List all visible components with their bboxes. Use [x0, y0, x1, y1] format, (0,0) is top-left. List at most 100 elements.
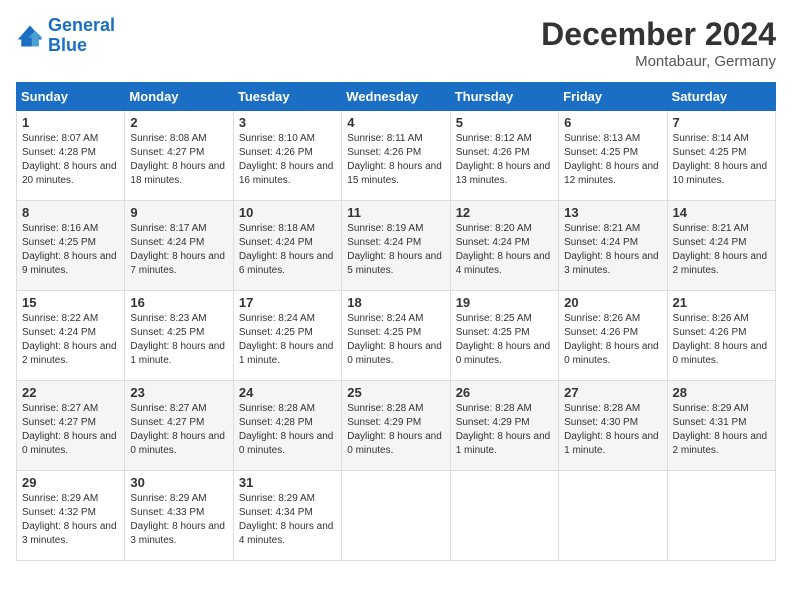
weekday-header: Wednesday: [342, 83, 450, 111]
weekday-header: Tuesday: [233, 83, 341, 111]
calendar-day-cell: 9 Sunrise: 8:17 AMSunset: 4:24 PMDayligh…: [125, 201, 233, 291]
day-info: Sunrise: 8:25 AMSunset: 4:25 PMDaylight:…: [456, 312, 553, 368]
calendar-day-cell: 7 Sunrise: 8:14 AMSunset: 4:25 PMDayligh…: [667, 111, 775, 201]
day-number: 11: [347, 205, 444, 220]
calendar-day-cell: 13 Sunrise: 8:21 AMSunset: 4:24 PMDaylig…: [559, 201, 667, 291]
day-number: 13: [564, 205, 661, 220]
day-number: 19: [456, 295, 553, 310]
day-info: Sunrise: 8:07 AMSunset: 4:28 PMDaylight:…: [22, 132, 119, 188]
weekday-header: Thursday: [450, 83, 558, 111]
calendar-week-row: 1 Sunrise: 8:07 AMSunset: 4:28 PMDayligh…: [17, 111, 776, 201]
calendar-day-cell: 30 Sunrise: 8:29 AMSunset: 4:33 PMDaylig…: [125, 471, 233, 561]
day-number: 25: [347, 385, 444, 400]
calendar-day-cell: 14 Sunrise: 8:21 AMSunset: 4:24 PMDaylig…: [667, 201, 775, 291]
calendar-day-cell: 29 Sunrise: 8:29 AMSunset: 4:32 PMDaylig…: [17, 471, 125, 561]
day-number: 29: [22, 475, 119, 490]
calendar-day-cell: 15 Sunrise: 8:22 AMSunset: 4:24 PMDaylig…: [17, 291, 125, 381]
day-number: 26: [456, 385, 553, 400]
day-info: Sunrise: 8:19 AMSunset: 4:24 PMDaylight:…: [347, 222, 444, 278]
day-info: Sunrise: 8:08 AMSunset: 4:27 PMDaylight:…: [130, 132, 227, 188]
weekday-header: Saturday: [667, 83, 775, 111]
calendar-week-row: 15 Sunrise: 8:22 AMSunset: 4:24 PMDaylig…: [17, 291, 776, 381]
calendar-day-cell: 22 Sunrise: 8:27 AMSunset: 4:27 PMDaylig…: [17, 381, 125, 471]
location: Montabaur, Germany: [541, 53, 776, 70]
calendar-day-cell: 21 Sunrise: 8:26 AMSunset: 4:26 PMDaylig…: [667, 291, 775, 381]
day-info: Sunrise: 8:13 AMSunset: 4:25 PMDaylight:…: [564, 132, 661, 188]
logo-icon: [16, 22, 44, 50]
calendar-day-cell: 18 Sunrise: 8:24 AMSunset: 4:25 PMDaylig…: [342, 291, 450, 381]
day-number: 5: [456, 115, 553, 130]
calendar-day-cell: 1 Sunrise: 8:07 AMSunset: 4:28 PMDayligh…: [17, 111, 125, 201]
logo-blue: Blue: [48, 35, 87, 55]
calendar-day-cell: 26 Sunrise: 8:28 AMSunset: 4:29 PMDaylig…: [450, 381, 558, 471]
day-number: 27: [564, 385, 661, 400]
calendar-week-row: 29 Sunrise: 8:29 AMSunset: 4:32 PMDaylig…: [17, 471, 776, 561]
logo: General Blue: [16, 16, 115, 56]
day-info: Sunrise: 8:28 AMSunset: 4:30 PMDaylight:…: [564, 402, 661, 458]
calendar-day-cell: 10 Sunrise: 8:18 AMSunset: 4:24 PMDaylig…: [233, 201, 341, 291]
day-info: Sunrise: 8:22 AMSunset: 4:24 PMDaylight:…: [22, 312, 119, 368]
day-number: 24: [239, 385, 336, 400]
day-info: Sunrise: 8:24 AMSunset: 4:25 PMDaylight:…: [347, 312, 444, 368]
calendar-day-cell: 8 Sunrise: 8:16 AMSunset: 4:25 PMDayligh…: [17, 201, 125, 291]
day-number: 9: [130, 205, 227, 220]
day-number: 31: [239, 475, 336, 490]
calendar-day-cell: 20 Sunrise: 8:26 AMSunset: 4:26 PMDaylig…: [559, 291, 667, 381]
day-info: Sunrise: 8:27 AMSunset: 4:27 PMDaylight:…: [22, 402, 119, 458]
calendar-day-cell: 17 Sunrise: 8:24 AMSunset: 4:25 PMDaylig…: [233, 291, 341, 381]
day-number: 4: [347, 115, 444, 130]
logo-general: General: [48, 15, 115, 35]
calendar-day-cell: 5 Sunrise: 8:12 AMSunset: 4:26 PMDayligh…: [450, 111, 558, 201]
day-number: 16: [130, 295, 227, 310]
day-info: Sunrise: 8:20 AMSunset: 4:24 PMDaylight:…: [456, 222, 553, 278]
day-number: 1: [22, 115, 119, 130]
calendar-day-cell: 16 Sunrise: 8:23 AMSunset: 4:25 PMDaylig…: [125, 291, 233, 381]
day-number: 2: [130, 115, 227, 130]
calendar-day-cell: 27 Sunrise: 8:28 AMSunset: 4:30 PMDaylig…: [559, 381, 667, 471]
day-number: 28: [673, 385, 770, 400]
title-block: December 2024 Montabaur, Germany: [541, 16, 776, 70]
calendar-week-row: 8 Sunrise: 8:16 AMSunset: 4:25 PMDayligh…: [17, 201, 776, 291]
day-number: 6: [564, 115, 661, 130]
day-info: Sunrise: 8:29 AMSunset: 4:32 PMDaylight:…: [22, 492, 119, 548]
day-info: Sunrise: 8:26 AMSunset: 4:26 PMDaylight:…: [673, 312, 770, 368]
day-number: 18: [347, 295, 444, 310]
weekday-header: Sunday: [17, 83, 125, 111]
day-number: 23: [130, 385, 227, 400]
day-info: Sunrise: 8:28 AMSunset: 4:29 PMDaylight:…: [347, 402, 444, 458]
day-info: Sunrise: 8:28 AMSunset: 4:29 PMDaylight:…: [456, 402, 553, 458]
calendar-day-cell: [450, 471, 558, 561]
calendar-day-cell: 12 Sunrise: 8:20 AMSunset: 4:24 PMDaylig…: [450, 201, 558, 291]
day-number: 14: [673, 205, 770, 220]
weekday-header: Friday: [559, 83, 667, 111]
calendar-day-cell: 28 Sunrise: 8:29 AMSunset: 4:31 PMDaylig…: [667, 381, 775, 471]
page-header: General Blue December 2024 Montabaur, Ge…: [16, 16, 776, 70]
day-info: Sunrise: 8:26 AMSunset: 4:26 PMDaylight:…: [564, 312, 661, 368]
day-number: 15: [22, 295, 119, 310]
day-info: Sunrise: 8:21 AMSunset: 4:24 PMDaylight:…: [564, 222, 661, 278]
calendar-header: SundayMondayTuesdayWednesdayThursdayFrid…: [17, 83, 776, 111]
day-info: Sunrise: 8:23 AMSunset: 4:25 PMDaylight:…: [130, 312, 227, 368]
day-info: Sunrise: 8:16 AMSunset: 4:25 PMDaylight:…: [22, 222, 119, 278]
day-number: 3: [239, 115, 336, 130]
calendar-day-cell: 3 Sunrise: 8:10 AMSunset: 4:26 PMDayligh…: [233, 111, 341, 201]
day-info: Sunrise: 8:29 AMSunset: 4:33 PMDaylight:…: [130, 492, 227, 548]
day-info: Sunrise: 8:27 AMSunset: 4:27 PMDaylight:…: [130, 402, 227, 458]
day-number: 10: [239, 205, 336, 220]
day-info: Sunrise: 8:28 AMSunset: 4:28 PMDaylight:…: [239, 402, 336, 458]
calendar-day-cell: 19 Sunrise: 8:25 AMSunset: 4:25 PMDaylig…: [450, 291, 558, 381]
day-info: Sunrise: 8:14 AMSunset: 4:25 PMDaylight:…: [673, 132, 770, 188]
day-info: Sunrise: 8:24 AMSunset: 4:25 PMDaylight:…: [239, 312, 336, 368]
calendar-day-cell: 6 Sunrise: 8:13 AMSunset: 4:25 PMDayligh…: [559, 111, 667, 201]
calendar-day-cell: 11 Sunrise: 8:19 AMSunset: 4:24 PMDaylig…: [342, 201, 450, 291]
day-info: Sunrise: 8:21 AMSunset: 4:24 PMDaylight:…: [673, 222, 770, 278]
day-number: 17: [239, 295, 336, 310]
calendar-day-cell: 31 Sunrise: 8:29 AMSunset: 4:34 PMDaylig…: [233, 471, 341, 561]
calendar-day-cell: 25 Sunrise: 8:28 AMSunset: 4:29 PMDaylig…: [342, 381, 450, 471]
day-number: 7: [673, 115, 770, 130]
day-number: 8: [22, 205, 119, 220]
month-title: December 2024: [541, 16, 776, 53]
day-info: Sunrise: 8:29 AMSunset: 4:34 PMDaylight:…: [239, 492, 336, 548]
calendar-day-cell: [667, 471, 775, 561]
calendar-day-cell: 24 Sunrise: 8:28 AMSunset: 4:28 PMDaylig…: [233, 381, 341, 471]
